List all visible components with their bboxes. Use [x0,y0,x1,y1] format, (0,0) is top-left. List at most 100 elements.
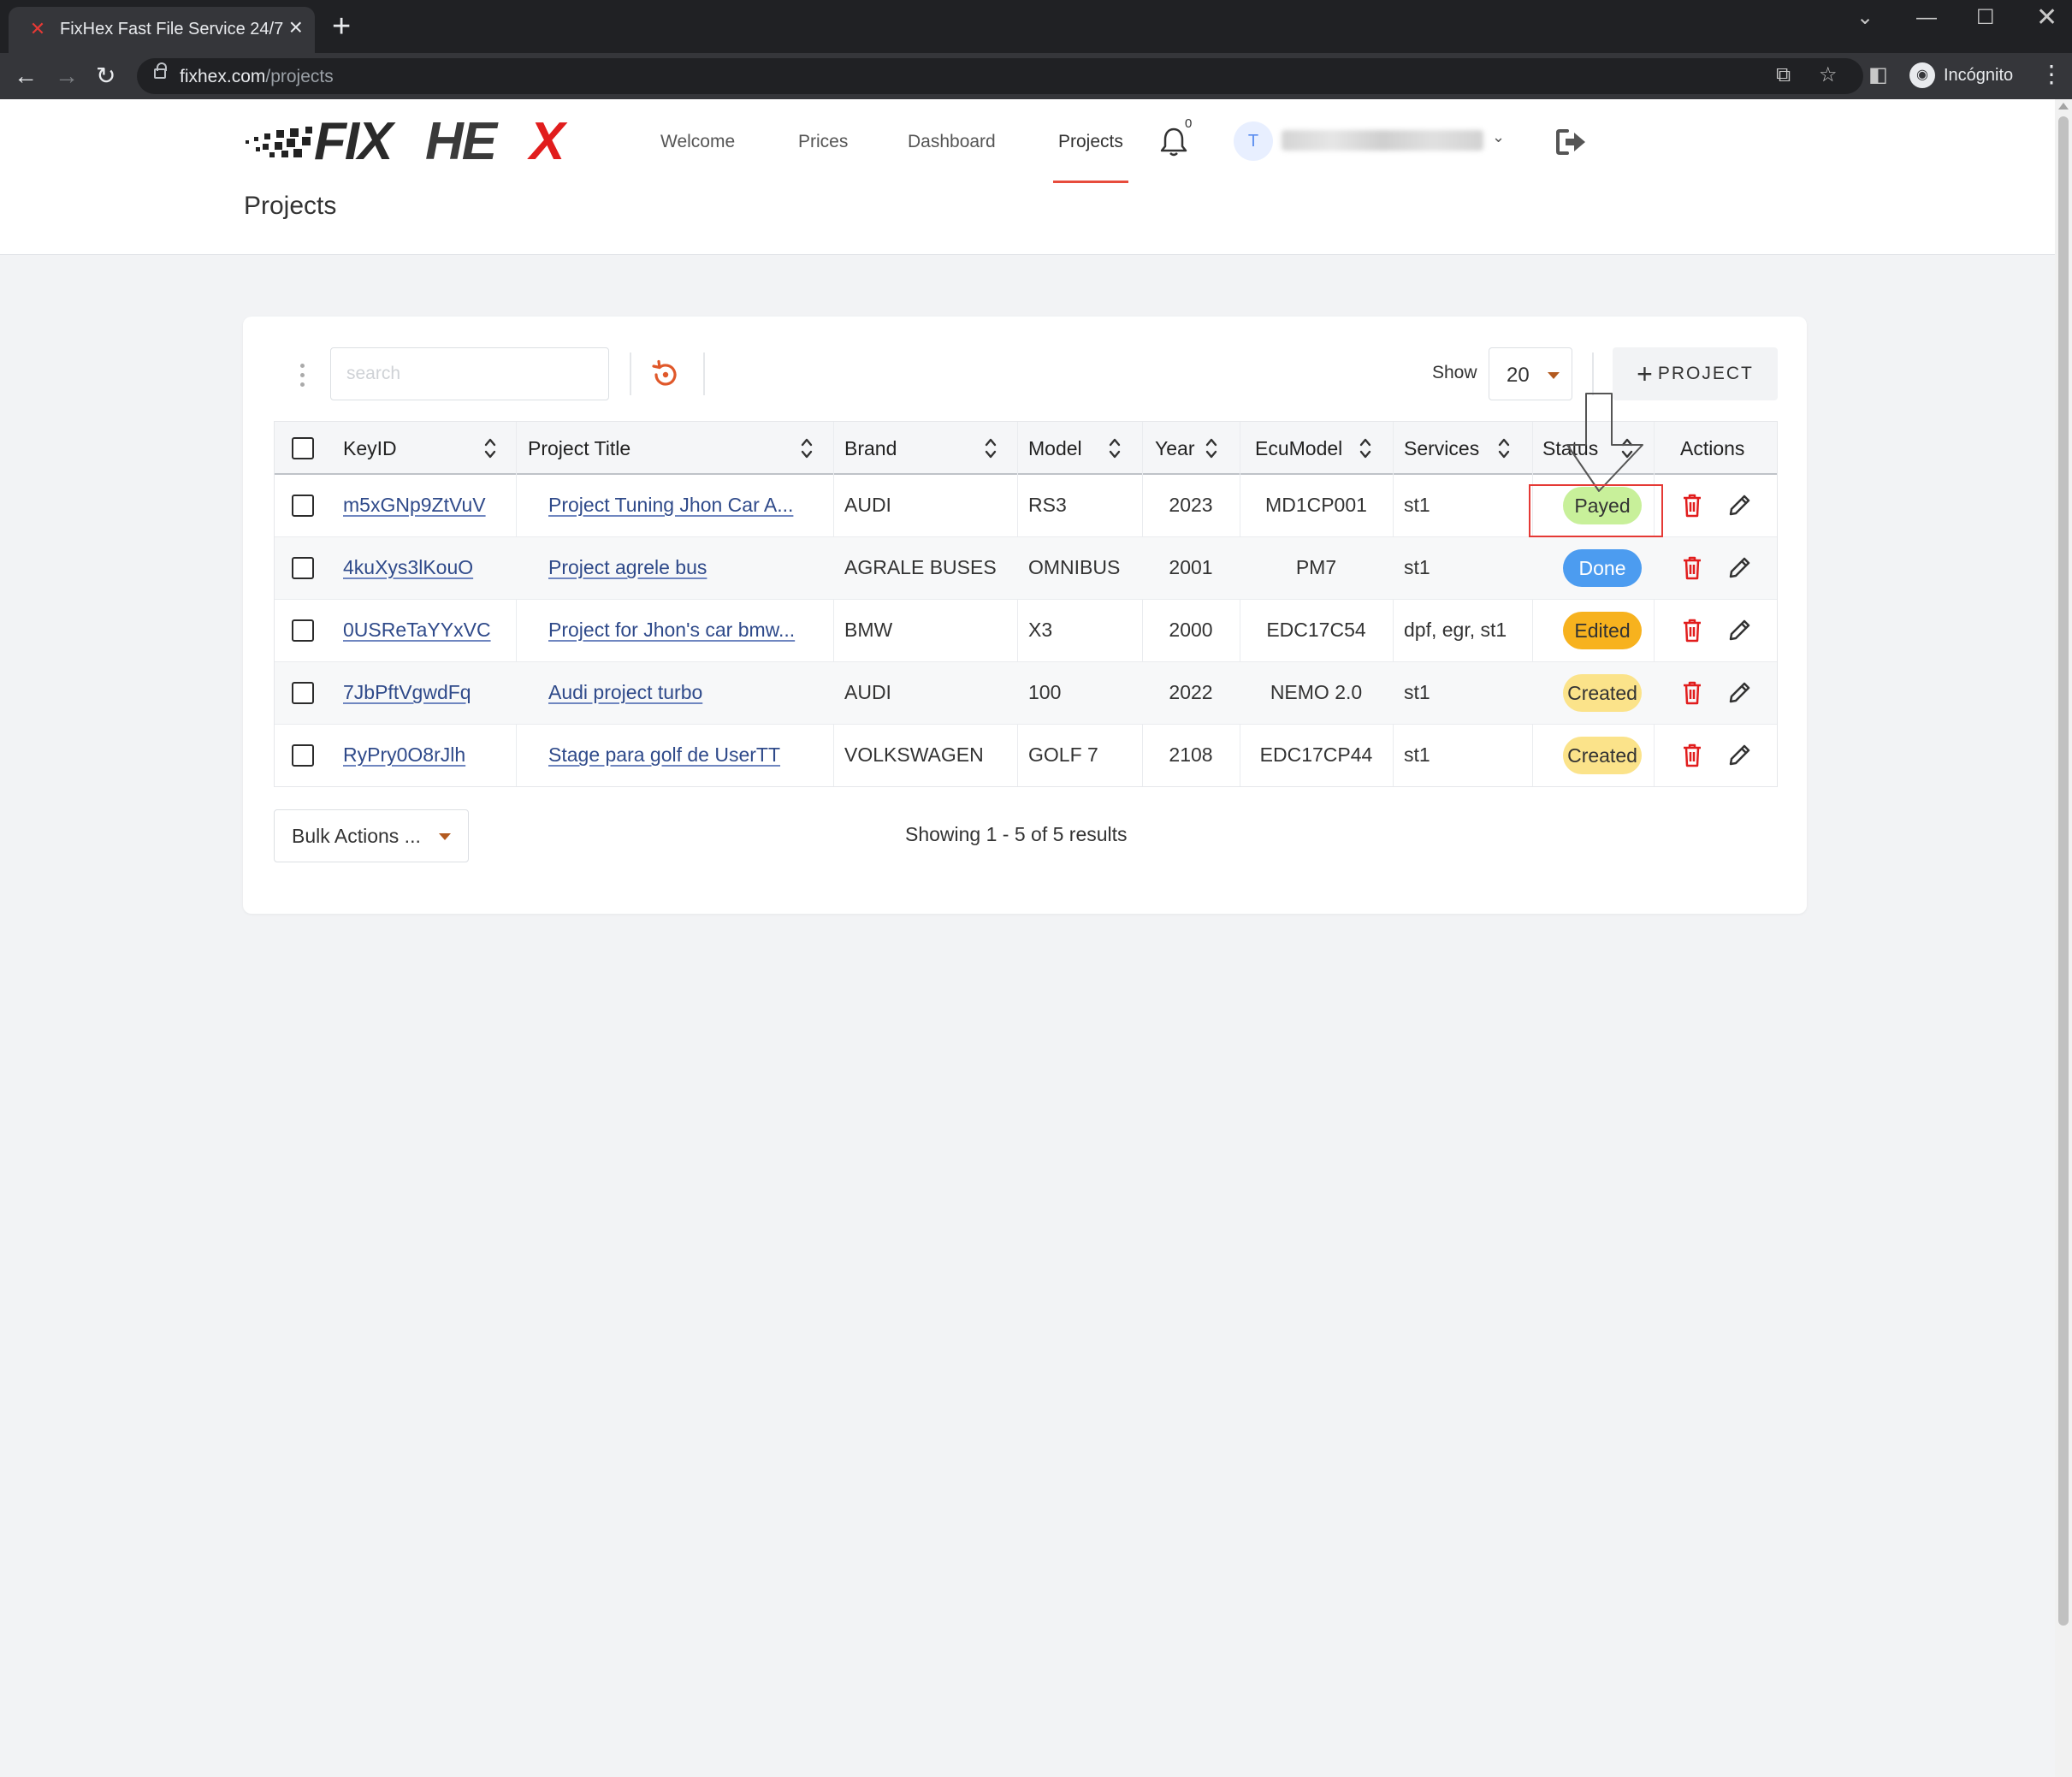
address-bar[interactable]: fixhex.com/projects ⧉ ☆ [137,58,1863,94]
sort-icon[interactable] [1498,435,1510,461]
pencil-icon[interactable] [1727,617,1753,643]
table-row[interactable]: 7JbPftVgwdFq Audi project turbo AUDI 100… [275,662,1777,725]
row-checkbox[interactable] [292,619,314,642]
row-title-link[interactable]: Project agrele bus [548,556,707,579]
reload-icon[interactable]: ↻ [96,63,115,89]
page-size-value: 20 [1507,364,1530,387]
trash-icon[interactable] [1683,556,1702,580]
header-project-title[interactable]: Project Title [528,437,630,460]
sort-icon[interactable] [801,435,813,461]
row-title-link[interactable]: Stage para golf de UserTT [548,743,780,767]
incognito-badge[interactable]: ◉ Incógnito [1903,56,2022,94]
sort-icon[interactable] [1359,435,1371,461]
row-checkbox[interactable] [292,495,314,517]
bell-icon[interactable] [1159,127,1188,157]
row-services: st1 [1404,681,1430,703]
user-email-redacted[interactable] [1282,130,1483,151]
sort-icon[interactable] [1205,435,1217,461]
logout-icon[interactable] [1555,128,1588,156]
column-options-icon[interactable] [299,364,306,389]
row-keyid-link[interactable]: 4kuXys3lKouO [343,556,473,579]
side-panel-icon[interactable]: ◧ [1868,62,1888,88]
show-label: Show [1432,363,1477,382]
header-services[interactable]: Services [1404,437,1479,460]
site-header: FIX HE X Welcome Prices Dashboard Projec… [0,99,2055,255]
row-checkbox[interactable] [292,744,314,767]
header-actions: Actions [1680,437,1745,459]
browser-menu-icon[interactable]: ⋮ [2039,62,2063,87]
status-badge: Done [1563,549,1642,587]
add-project-label: PROJECT [1657,364,1754,383]
fixhex-logo[interactable]: FIX HE X [244,115,603,166]
browser-titlebar: ✕ FixHex Fast File Service 24/7 × + ⌄ — … [0,0,2072,53]
row-ecumodel: MD1CP001 [1265,494,1367,516]
pencil-icon[interactable] [1727,554,1753,580]
row-title-link[interactable]: Project for Jhon's car bmw... [548,619,795,642]
back-icon[interactable]: ← [14,63,38,89]
new-tab-icon[interactable]: + [332,10,351,43]
nav-welcome[interactable]: Welcome [660,132,735,152]
header-ecumodel[interactable]: EcuModel [1255,437,1342,460]
logo-text-he: HE [425,115,499,166]
maximize-icon[interactable]: ☐ [1976,5,1995,31]
row-services: st1 [1404,494,1430,516]
row-title-link[interactable]: Audi project turbo [548,681,702,704]
incognito-icon: ◉ [1909,62,1935,88]
close-window-icon[interactable]: ✕ [2036,5,2057,31]
table-row[interactable]: 0USReTaYYxVC Project for Jhon's car bmw.… [275,600,1777,662]
sort-icon[interactable] [985,435,997,461]
page-scrollbar[interactable] [2055,99,2072,1777]
row-keyid-link[interactable]: 0USReTaYYxVC [343,619,491,642]
trash-icon[interactable] [1683,681,1702,705]
trash-icon[interactable] [1683,743,1702,767]
favicon-icon: ✕ [29,18,46,39]
scroll-up-icon[interactable] [2058,103,2069,110]
toolbar-divider [1592,352,1594,395]
row-keyid-link[interactable]: RyPry0O8rJlh [343,743,465,767]
select-all-checkbox[interactable] [292,437,314,459]
row-keyid-link[interactable]: m5xGNp9ZtVuV [343,494,486,517]
translate-icon[interactable]: ⧉ [1776,62,1791,88]
header-year[interactable]: Year [1155,437,1194,460]
row-year: 2108 [1169,743,1213,766]
pencil-icon[interactable] [1727,492,1753,518]
sort-icon[interactable] [1109,435,1121,461]
tab-close-icon[interactable]: × [289,15,303,39]
minimize-icon[interactable]: — [1916,5,1937,31]
browser-tab[interactable]: ✕ FixHex Fast File Service 24/7 × [9,7,315,53]
row-ecumodel: EDC17CP44 [1259,743,1373,766]
sort-icon[interactable] [484,435,496,461]
pencil-icon[interactable] [1727,742,1753,767]
forward-icon[interactable]: → [55,63,79,89]
bulk-actions-select[interactable]: Bulk Actions ... [274,809,469,862]
page-title: Projects [244,192,337,220]
nav-prices[interactable]: Prices [798,132,848,152]
row-title-link[interactable]: Project Tuning Jhon Car A... [548,494,793,517]
header-keyid[interactable]: KeyID [343,437,397,460]
table-row[interactable]: RyPry0O8rJlh Stage para golf de UserTT V… [275,725,1777,787]
nav-dashboard[interactable]: Dashboard [908,132,996,152]
trash-icon[interactable] [1683,494,1702,518]
bulk-actions-label: Bulk Actions ... [292,825,421,847]
tab-search-icon[interactable]: ⌄ [1856,5,1874,31]
refresh-icon[interactable] [650,359,681,390]
chevron-down-icon[interactable]: ⌄ [1492,128,1505,146]
trash-icon[interactable] [1683,619,1702,643]
table-row[interactable]: 4kuXys3lKouO Project agrele bus AGRALE B… [275,537,1777,600]
bookmark-star-icon[interactable]: ☆ [1819,62,1838,88]
pencil-icon[interactable] [1727,679,1753,705]
page-size-select[interactable]: 20 [1489,347,1572,400]
row-checkbox[interactable] [292,557,314,579]
avatar[interactable]: T [1234,121,1273,161]
row-services: dpf, egr, st1 [1404,619,1507,641]
header-model[interactable]: Model [1028,437,1082,460]
row-model: RS3 [1028,494,1067,516]
header-brand[interactable]: Brand [844,437,897,460]
toolbar-divider [630,352,631,395]
search-input[interactable] [330,347,609,400]
row-keyid-link[interactable]: 7JbPftVgwdFq [343,681,471,704]
nav-projects[interactable]: Projects [1058,132,1123,152]
scroll-thumb[interactable] [2058,116,2069,1626]
logo-text-x: X [527,115,568,166]
row-checkbox[interactable] [292,682,314,704]
